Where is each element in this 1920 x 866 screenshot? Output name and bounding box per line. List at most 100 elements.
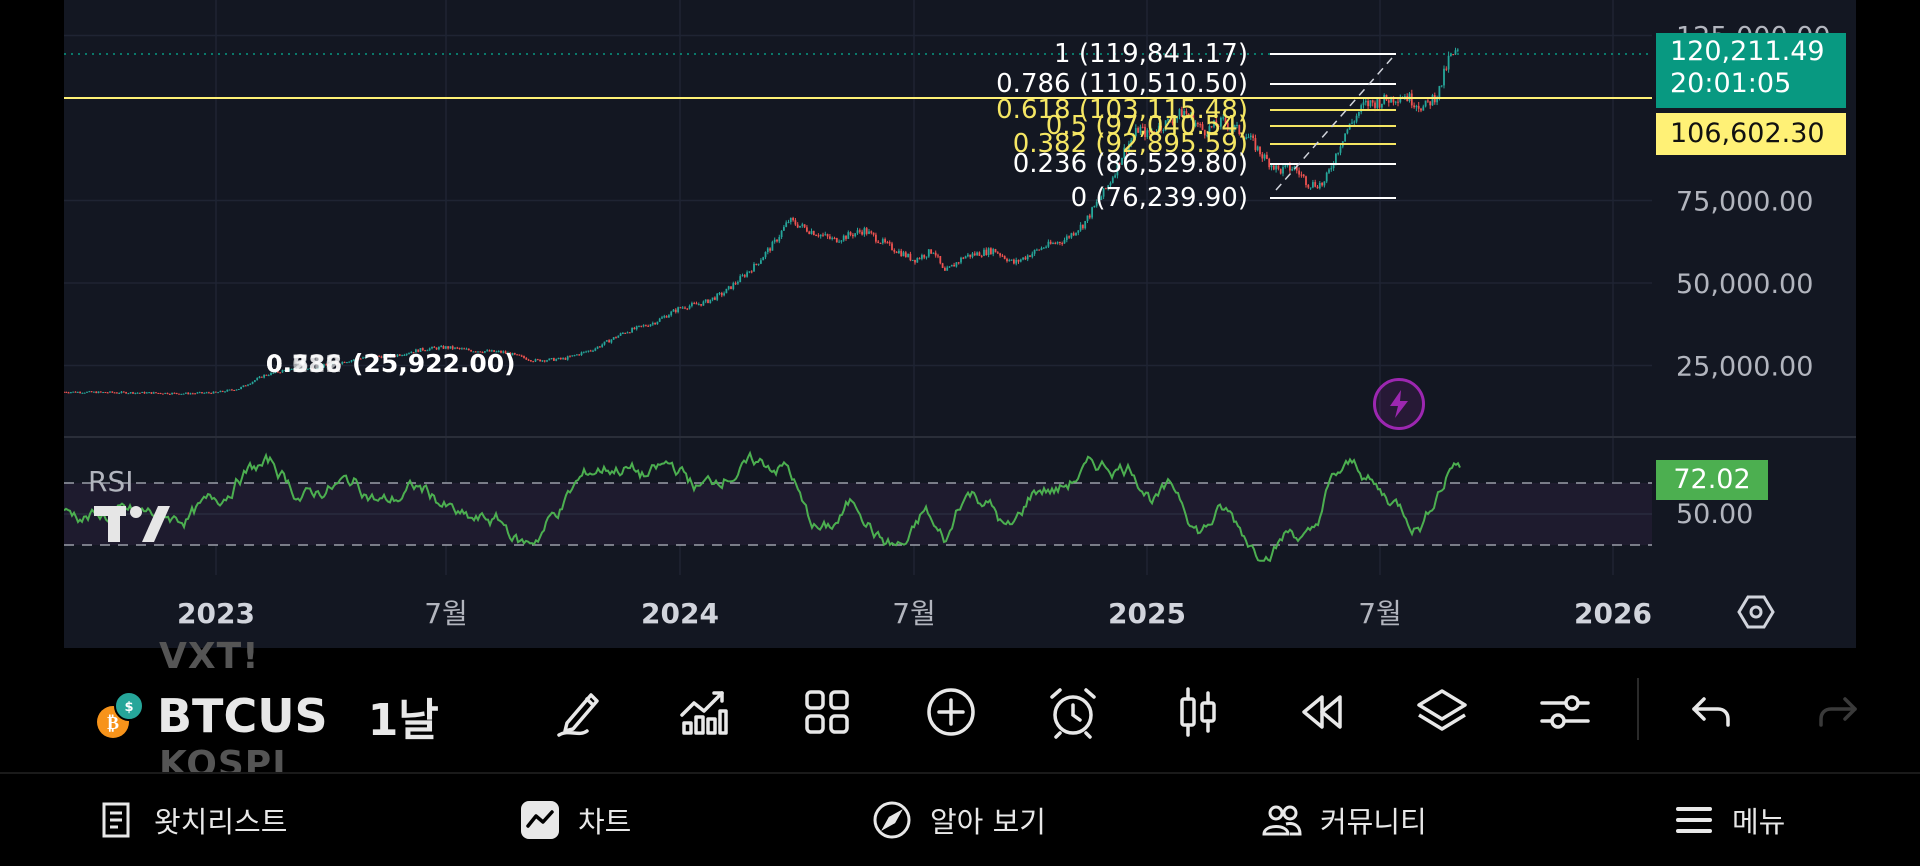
candle-body: [1003, 256, 1006, 259]
candle-body: [180, 393, 183, 395]
candle-body: [1261, 154, 1264, 159]
candle-body: [1452, 54, 1455, 56]
candle-body: [224, 391, 226, 393]
candle-body: [999, 253, 1001, 256]
candle-body: [553, 358, 555, 361]
candle-body: [778, 237, 781, 242]
candle-body: [1362, 102, 1365, 106]
candle-body: [884, 239, 886, 243]
candle-body: [217, 392, 219, 394]
indicators-icon[interactable]: [671, 680, 735, 744]
drawing-icon[interactable]: [548, 680, 612, 744]
layers-icon[interactable]: [1410, 680, 1474, 744]
price-chart[interactable]: 1 (119,841.17)0.786 (110,510.50)0.618 (1…: [64, 0, 1856, 648]
candle-body: [530, 360, 532, 362]
candle-body: [847, 232, 850, 239]
nav-chart[interactable]: 차트: [520, 774, 631, 866]
settings-sliders-icon[interactable]: [1533, 680, 1597, 744]
replay-icon[interactable]: [1289, 680, 1353, 744]
candle-body: [709, 299, 712, 304]
candle-body: [231, 389, 233, 391]
candle-body: [610, 339, 613, 343]
chart-area[interactable]: 1 (119,841.17) 0.786 (110,510.50) 0.618 (1…: [64, 0, 1856, 648]
candle-body: [102, 392, 104, 394]
candle-body: [852, 234, 854, 237]
candle-body: [1249, 135, 1252, 138]
candle-body: [141, 391, 144, 393]
candle-body: [578, 354, 581, 356]
candle-body: [950, 264, 953, 267]
candle-body: [348, 361, 351, 363]
time-axis-label: 7월: [424, 597, 468, 630]
candle-body: [633, 327, 636, 330]
candle-body: [88, 391, 91, 393]
horizontal-line-price-tag: 106,602.30: [1656, 113, 1846, 155]
candle-body: [688, 305, 691, 309]
candle-body: [95, 391, 98, 394]
candle-body: [173, 392, 176, 394]
candle-body: [808, 231, 811, 234]
candle-body: [228, 389, 231, 391]
candle-body: [925, 256, 928, 258]
candle-body: [1254, 138, 1257, 151]
candle-body: [863, 228, 866, 235]
lightning-icon[interactable]: [1373, 378, 1425, 430]
candle-body: [654, 322, 656, 325]
candle-body: [178, 393, 180, 395]
candle-body: [967, 254, 969, 257]
chart-settings-icon[interactable]: [1736, 592, 1776, 632]
candle-body: [1422, 106, 1425, 111]
candle-body: [628, 332, 631, 334]
time-axis-label: 7월: [892, 597, 936, 630]
candle-body: [564, 358, 567, 360]
candle-body: [794, 220, 797, 225]
candle-body: [817, 235, 820, 237]
candle-body: [619, 333, 622, 336]
candle-body: [1284, 165, 1287, 168]
candle-body: [1059, 242, 1061, 244]
nav-menu[interactable]: 메뉴: [1674, 774, 1785, 866]
nav-watchlist[interactable]: 왓치리스트: [96, 774, 287, 866]
candle-body: [801, 224, 804, 226]
templates-icon[interactable]: [795, 680, 859, 744]
candle-body: [976, 252, 978, 256]
candle-body: [716, 293, 719, 300]
candle-body: [833, 237, 836, 239]
redo-icon[interactable]: [1806, 680, 1870, 744]
candle-body: [532, 361, 535, 363]
candle-body: [732, 283, 735, 289]
candle-body: [983, 249, 985, 256]
candle-body: [1427, 100, 1429, 102]
candle-body: [1008, 260, 1011, 262]
candle-body: [723, 293, 725, 296]
candle-body: [116, 392, 118, 394]
candle-body: [743, 275, 746, 277]
candle-body: [711, 297, 714, 300]
candle-body: [599, 346, 601, 348]
candle-body: [670, 311, 673, 316]
candle-body: [1312, 182, 1314, 188]
symbol-selector[interactable]: VXT! KOSPI ₿ $ BTCUS 1날: [95, 636, 439, 785]
candle-body: [831, 237, 834, 239]
nav-community[interactable]: 커뮤니티: [1262, 774, 1427, 866]
candle-body: [918, 258, 921, 260]
add-icon[interactable]: [919, 680, 983, 744]
candle-body: [76, 391, 79, 393]
candle-body: [865, 228, 868, 234]
candle-body: [1061, 243, 1064, 245]
candle-body: [520, 355, 523, 357]
undo-icon[interactable]: [1679, 680, 1743, 744]
candle-body: [861, 231, 863, 235]
candle-body: [845, 235, 847, 239]
chart-type-icon[interactable]: [1166, 680, 1230, 744]
candle-body: [776, 239, 778, 242]
interval-selector[interactable]: 1날: [368, 684, 439, 748]
candle-body: [651, 322, 654, 325]
rsi-axis-label: 50.00: [1676, 499, 1753, 530]
symbol-name[interactable]: BTCUS: [157, 689, 328, 743]
candle-body: [1072, 233, 1075, 236]
alert-icon[interactable]: [1041, 680, 1105, 744]
current-price-tag: 120,211.49 20:01:05: [1656, 33, 1846, 108]
old-fib-label: (25,922.00): [352, 349, 516, 378]
nav-explore[interactable]: 알아 보기: [872, 774, 1046, 866]
